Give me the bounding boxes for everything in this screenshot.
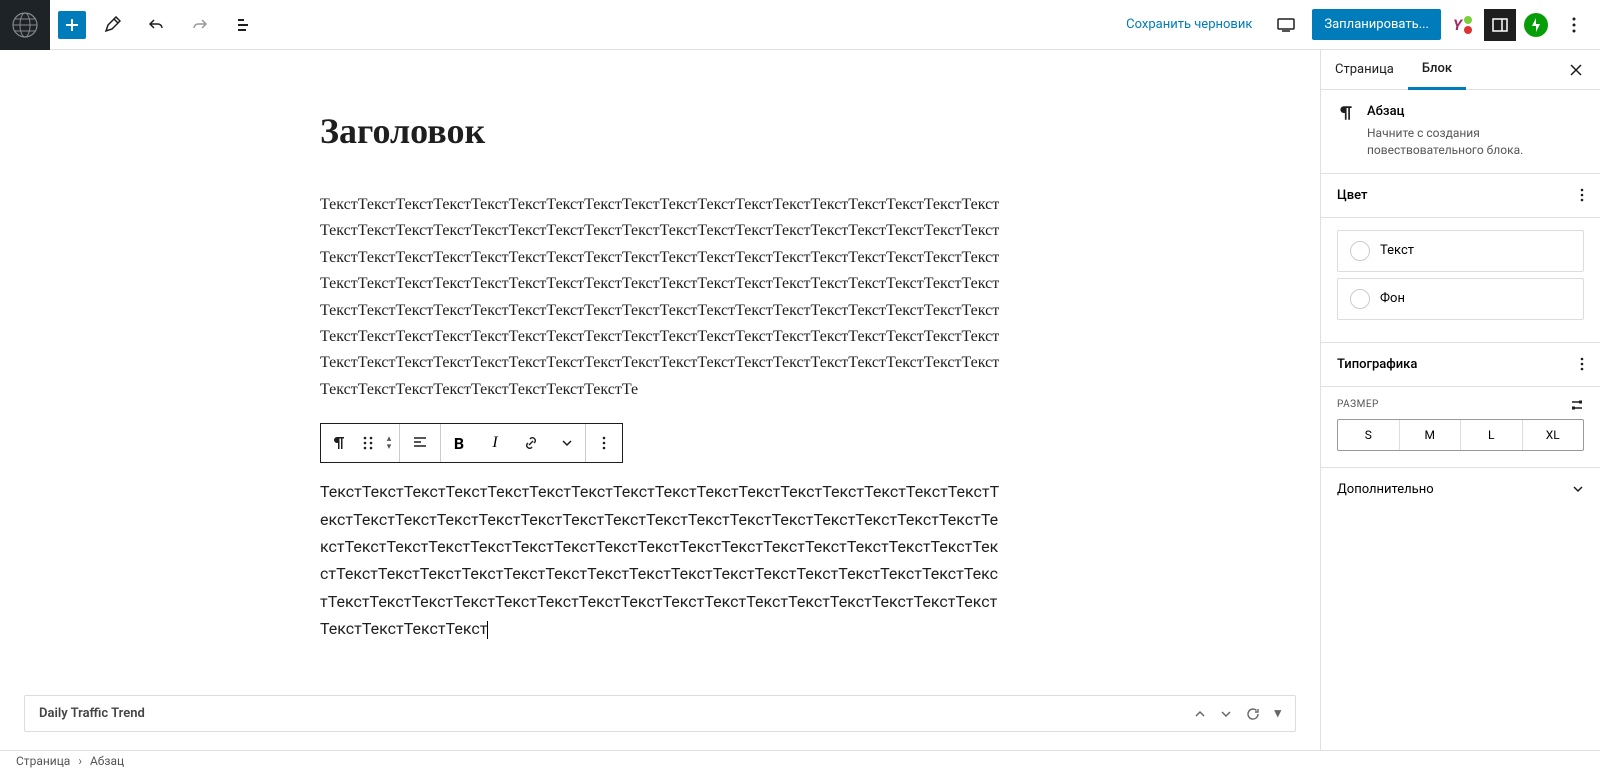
yoast-toolbar-indicator[interactable]: Y <box>1449 16 1476 34</box>
more-vertical-icon <box>1580 188 1584 202</box>
font-size-selector: S M L XL <box>1337 419 1584 451</box>
panel-collapse-up[interactable] <box>1194 710 1206 718</box>
sidebar-tab-block[interactable]: Блок <box>1408 50 1466 90</box>
paragraph-block-icon <box>1337 104 1355 122</box>
chevron-right-icon: › <box>78 754 82 768</box>
block-options-button[interactable] <box>586 424 622 462</box>
add-block-button[interactable] <box>58 11 86 39</box>
settings-sidebar: Страница Блок Абзац Начните с создания п… <box>1320 50 1600 750</box>
text-color-button[interactable]: Текст <box>1337 230 1584 272</box>
more-vertical-icon <box>602 436 606 450</box>
size-m-button[interactable]: M <box>1400 420 1462 450</box>
redo-icon <box>191 16 209 34</box>
size-xl-button[interactable]: XL <box>1523 420 1584 450</box>
size-label: РАЗМЕР <box>1337 399 1379 410</box>
link-button[interactable] <box>513 424 549 462</box>
size-s-button[interactable]: S <box>1338 420 1400 450</box>
sidebar-tab-page[interactable]: Страница <box>1321 50 1408 90</box>
block-type-button[interactable] <box>321 424 357 462</box>
desktop-icon <box>1276 17 1296 33</box>
chevron-down-icon <box>561 439 573 447</box>
move-down-button[interactable]: ▾ <box>387 443 392 451</box>
options-button[interactable] <box>1556 7 1592 43</box>
drag-handle[interactable] <box>357 424 379 462</box>
more-vertical-icon <box>1580 357 1584 371</box>
panel-collapse-down[interactable] <box>1220 710 1232 718</box>
block-breadcrumb: Страница › Абзац <box>0 750 1600 770</box>
redo-button[interactable] <box>182 7 218 43</box>
link-icon <box>523 435 539 451</box>
undo-icon <box>147 16 165 34</box>
size-l-button[interactable]: L <box>1461 420 1523 450</box>
plus-icon <box>63 16 81 34</box>
paragraph-icon <box>331 435 347 451</box>
post-title[interactable]: Заголовок <box>320 110 1000 152</box>
jetpack-icon <box>1529 18 1543 32</box>
italic-button[interactable]: I <box>477 424 513 462</box>
text-cursor <box>487 621 488 639</box>
align-left-icon <box>412 435 428 451</box>
preview-button[interactable] <box>1268 7 1304 43</box>
jetpack-button[interactable] <box>1524 13 1548 37</box>
settings-sidebar-toggle[interactable] <box>1484 9 1516 41</box>
list-view-icon <box>235 16 253 34</box>
daily-traffic-panel: Daily Traffic Trend ▾ <box>24 695 1296 732</box>
daily-traffic-title: Daily Traffic Trend <box>39 706 145 721</box>
site-logo-button[interactable] <box>0 0 50 50</box>
more-format-button[interactable] <box>549 424 585 462</box>
typography-panel-header[interactable]: Типографика <box>1321 343 1600 387</box>
readability-dot-icon <box>1464 16 1472 24</box>
block-toolbar: ▴ ▾ B I <box>320 423 623 463</box>
chevron-down-icon <box>1572 485 1584 493</box>
breadcrumb-block[interactable]: Абзац <box>90 754 124 768</box>
color-swatch-icon <box>1350 241 1370 261</box>
pencil-icon <box>103 16 121 34</box>
sidebar-close-button[interactable] <box>1560 54 1592 86</box>
seo-dot-icon <box>1464 26 1472 34</box>
drag-icon <box>363 436 373 450</box>
sidebar-icon <box>1491 16 1509 34</box>
block-name: Абзац <box>1367 104 1584 119</box>
align-button[interactable] <box>400 424 440 462</box>
sliders-icon[interactable] <box>1570 399 1584 411</box>
save-draft-button[interactable]: Сохранить черновик <box>1118 13 1260 36</box>
breadcrumb-page[interactable]: Страница <box>16 754 70 768</box>
paragraph-block[interactable]: ТекстТекстТекстТекстТекстТекстТекстТекст… <box>320 479 1000 643</box>
more-vertical-icon <box>1572 17 1576 33</box>
top-toolbar: Сохранить черновик Запланировать... Y <box>0 0 1600 50</box>
paragraph-block[interactable]: ТекстТекстТекстТекстТекстТекстТекстТекст… <box>320 192 1000 403</box>
block-description: Начните с создания повествовательного бл… <box>1367 125 1584 159</box>
globe-icon <box>11 11 39 39</box>
close-icon <box>1569 63 1583 77</box>
panel-refresh[interactable] <box>1246 707 1260 721</box>
edit-mode-button[interactable] <box>94 7 130 43</box>
advanced-panel-toggle[interactable]: Дополнительно <box>1321 468 1600 511</box>
panel-menu[interactable]: ▾ <box>1274 706 1281 721</box>
editor-canvas[interactable]: Заголовок ТекстТекстТекстТекстТекстТекст… <box>0 50 1320 750</box>
color-panel-header[interactable]: Цвет <box>1321 174 1600 218</box>
color-swatch-icon <box>1350 289 1370 309</box>
schedule-button[interactable]: Запланировать... <box>1312 9 1441 40</box>
document-overview-button[interactable] <box>226 7 262 43</box>
undo-button[interactable] <box>138 7 174 43</box>
background-color-button[interactable]: Фон <box>1337 278 1584 320</box>
bold-button[interactable]: B <box>441 424 477 462</box>
